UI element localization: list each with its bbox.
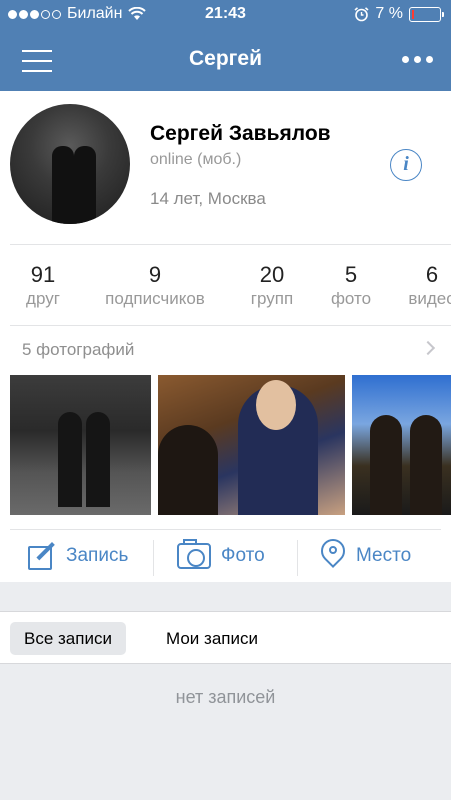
stats-row: 91 друг 9 подписчиков 20 групп 5 фото 6 … [0, 246, 451, 326]
action-label: Место [356, 545, 412, 566]
divider [297, 540, 298, 576]
avatar[interactable] [10, 104, 130, 224]
more-dot [402, 56, 409, 63]
stat-followers[interactable]: 9 подписчиков [92, 262, 218, 309]
status-right: 7 % [354, 5, 444, 23]
profile-card: Сергей Завьялов online (моб.) 14 лет, Мо… [0, 91, 451, 582]
photo-figure [158, 425, 218, 515]
photo-figure [58, 412, 82, 507]
top-bar: Билайн 21:43 7 % Сергей [0, 0, 451, 91]
photo-thumbnail[interactable] [10, 375, 151, 515]
chevron-right-icon[interactable] [420, 340, 436, 356]
pencil-icon [28, 542, 56, 570]
more-dots-icon[interactable] [402, 56, 433, 63]
more-dot [414, 56, 421, 63]
alarm-icon [354, 6, 369, 21]
add-photo-button[interactable]: Фото [177, 532, 265, 580]
divider [10, 529, 441, 530]
page-title: Сергей [188, 47, 262, 70]
profile-name: Сергей Завьялов [150, 122, 331, 145]
avatar-figure [52, 146, 74, 224]
tab-all-posts[interactable]: Все записи [10, 622, 126, 655]
more-dot [426, 56, 433, 63]
stat-photos[interactable]: 5 фото [326, 262, 376, 309]
posts-tabs: Все записи Мои записи [0, 611, 451, 664]
stat-label: групп [250, 289, 294, 308]
navigation-bar: Сергей [0, 30, 451, 91]
location-pin-icon [316, 534, 350, 573]
photos-header[interactable]: 5 фотографий [22, 340, 134, 360]
divider [153, 540, 154, 576]
add-place-button[interactable]: Место [316, 532, 412, 580]
tab-my-posts[interactable]: Мои записи [152, 622, 272, 655]
photo-face [256, 380, 296, 430]
battery-fill [412, 9, 414, 19]
stat-label: подписчиков [105, 289, 205, 308]
status-bar: Билайн 21:43 7 % [0, 0, 451, 30]
stat-count: 9 [148, 262, 162, 287]
avatar-figure [74, 146, 96, 224]
battery-icon [409, 6, 444, 22]
online-status: online (моб.) [150, 151, 242, 168]
divider [10, 325, 451, 326]
stat-groups[interactable]: 20 групп [242, 262, 302, 309]
stat-label: фото [330, 289, 372, 308]
divider [10, 244, 451, 245]
actions-row: Запись Фото Место [0, 532, 451, 580]
photo-figure [86, 412, 110, 507]
stat-count: 20 [259, 262, 285, 287]
stat-label: друг [26, 289, 60, 308]
info-icon[interactable]: i [390, 149, 422, 181]
stat-count: 6 [425, 262, 439, 287]
stat-videos[interactable]: 6 видео [402, 262, 451, 309]
empty-posts-text: нет записей [175, 687, 276, 707]
add-post-button[interactable]: Запись [28, 532, 128, 580]
stat-label: видео [408, 289, 451, 308]
action-label: Запись [66, 545, 129, 566]
pin-hole [329, 546, 337, 554]
photo-figure [410, 415, 442, 515]
stat-count: 5 [344, 262, 358, 287]
camera-icon [177, 539, 211, 569]
age-city: 14 лет, Москва [150, 189, 266, 208]
stat-friends[interactable]: 91 друг [18, 262, 68, 309]
photo-thumbnail[interactable] [158, 375, 345, 515]
photo-figure [370, 415, 402, 515]
photo-thumbnail[interactable] [352, 375, 451, 515]
action-label: Фото [221, 545, 265, 566]
stat-count: 91 [30, 262, 56, 287]
battery-percent: 7 % [375, 5, 403, 22]
